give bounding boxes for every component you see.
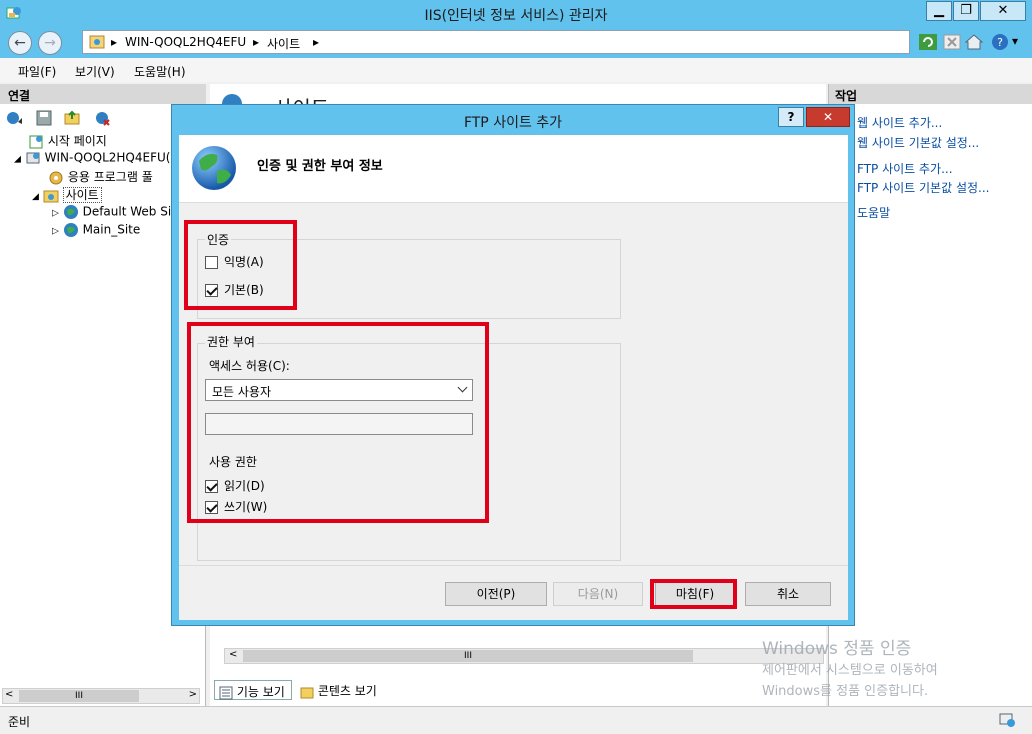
- tab-content-view[interactable]: 콘텐츠 보기: [296, 680, 396, 700]
- address-bar[interactable]: ▸ WIN-QOQL2HQ4EFU ▸ 사이트 ▸: [82, 30, 910, 54]
- previous-button[interactable]: 이전(P): [445, 582, 547, 606]
- highlight-authentication: [184, 220, 297, 310]
- home-icon[interactable]: [964, 32, 984, 52]
- menu-file[interactable]: 파일(F): [18, 63, 56, 80]
- connections-header: 연결: [0, 84, 206, 104]
- tree-item-app-pools[interactable]: 응용 프로그램 풀: [48, 168, 153, 186]
- tree-item-label: Default Web Sit: [82, 204, 176, 219]
- refresh-icon[interactable]: [918, 32, 938, 52]
- expand-arrow-icon: ◢: [32, 192, 39, 202]
- activation-watermark-line: 제어판에서 시스템으로 이동하여: [762, 663, 938, 678]
- cancel-button[interactable]: 취소: [745, 582, 831, 606]
- globe-icon: [63, 205, 78, 219]
- folder-up-icon[interactable]: [64, 110, 80, 126]
- svg-text:?: ?: [997, 36, 1003, 49]
- breadcrumb-server[interactable]: WIN-QOQL2HQ4EFU: [125, 35, 246, 49]
- collapsed-arrow-icon: ▷: [52, 226, 59, 237]
- highlight-authorization: [187, 322, 489, 523]
- minimize-button[interactable]: ▁: [926, 1, 952, 21]
- dialog-help-button[interactable]: ?: [778, 107, 804, 127]
- maximize-button[interactable]: ❐: [953, 1, 979, 21]
- disconnect-icon[interactable]: [94, 110, 110, 126]
- activation-watermark-line: Windows를 정품 인증합니다.: [762, 684, 929, 699]
- tree-item-label: 사이트: [62, 187, 102, 203]
- server-icon: [89, 35, 105, 49]
- title-bar[interactable]: IIS(인터넷 정보 서비스) 관리자 ▁ ❐ ✕: [0, 0, 1032, 28]
- center-horizontal-scrollbar[interactable]: < III: [224, 648, 824, 664]
- scrollbar-thumb[interactable]: III: [19, 690, 139, 702]
- chevron-right-icon: ▸: [253, 35, 260, 49]
- network-status-icon: [999, 713, 1015, 727]
- help-icon[interactable]: ?: [990, 32, 1010, 52]
- dialog-close-button[interactable]: ✕: [806, 107, 850, 127]
- back-button[interactable]: ←: [8, 31, 32, 55]
- address-row: ← → ▸ WIN-QOQL2HQ4EFU ▸ 사이트 ▸ ? ▾: [0, 28, 1032, 58]
- action-add-website[interactable]: 웹 사이트 추가...: [857, 114, 942, 131]
- scroll-left-icon[interactable]: <: [5, 689, 13, 700]
- dialog-body: 인증 및 권한 부여 정보 인증 익명(A) 기본(B) 권한 부여 액세스 허…: [179, 135, 848, 620]
- action-help[interactable]: 도움말: [857, 204, 890, 221]
- tree-item-default-web-site[interactable]: ▷ Default Web Sit: [52, 204, 176, 220]
- menu-help[interactable]: 도움말(H): [134, 63, 186, 80]
- tab-features-view[interactable]: 기능 보기: [214, 680, 292, 700]
- add-ftp-site-dialog: FTP 사이트 추가 ? ✕ 인증 및 권한 부여 정보 인증 익명(A) 기본…: [171, 104, 855, 626]
- globe-icon: [192, 146, 236, 190]
- tab-label: 기능 보기: [236, 685, 285, 699]
- actions-header: 작업: [829, 84, 1032, 104]
- save-icon[interactable]: [36, 110, 52, 126]
- tab-label: 콘텐츠 보기: [317, 684, 377, 698]
- stop-icon[interactable]: [942, 32, 962, 52]
- dialog-divider: [179, 565, 848, 566]
- features-view-icon: [219, 686, 233, 699]
- server-icon: [26, 152, 40, 164]
- connect-icon[interactable]: [6, 110, 24, 126]
- next-button[interactable]: 다음(N): [553, 582, 643, 606]
- tree-item-sites[interactable]: ◢ 사이트: [32, 186, 102, 204]
- action-ftp-defaults[interactable]: FTP 사이트 기본값 설정...: [857, 179, 989, 196]
- tree-item-label: WIN-QOQL2HQ4EFU(W: [44, 150, 183, 165]
- sites-folder-icon: [43, 190, 59, 202]
- tree-item-main-site[interactable]: ▷ Main_Site: [52, 222, 140, 238]
- tree-item-label: 응용 프로그램 풀: [67, 170, 153, 184]
- close-button[interactable]: ✕: [980, 1, 1026, 21]
- tree-item-start-page[interactable]: 시작 페이지: [28, 132, 107, 150]
- dialog-title: FTP 사이트 추가: [463, 115, 563, 131]
- action-website-defaults[interactable]: 웹 사이트 기본값 설정...: [857, 134, 979, 151]
- expand-arrow-icon: ◢: [14, 154, 21, 165]
- action-add-ftp-site[interactable]: FTP 사이트 추가...: [857, 160, 953, 177]
- dialog-heading: 인증 및 권한 부여 정보: [257, 159, 383, 174]
- status-text: 준비: [8, 715, 31, 729]
- window-title: IIS(인터넷 정보 서비스) 관리자: [424, 8, 608, 24]
- forward-button[interactable]: →: [38, 31, 62, 55]
- menu-view[interactable]: 보기(V): [75, 63, 115, 80]
- dialog-header: 인증 및 권한 부여 정보: [179, 135, 848, 203]
- tree-item-label: 시작 페이지: [47, 134, 107, 148]
- tree-item-server[interactable]: ◢ WIN-QOQL2HQ4EFU(W: [14, 150, 182, 166]
- app-pool-icon: [49, 171, 63, 184]
- help-dropdown-icon[interactable]: ▾: [1012, 34, 1018, 48]
- scroll-left-icon[interactable]: <: [229, 649, 237, 660]
- scroll-right-icon[interactable]: >: [189, 689, 197, 700]
- start-page-icon: [29, 135, 43, 148]
- tree-item-label: Main_Site: [82, 222, 141, 237]
- chevron-right-icon: ▸: [111, 35, 118, 49]
- content-view-icon: [300, 687, 314, 698]
- menu-bar: 파일(F) 보기(V) 도움말(H): [0, 58, 1032, 82]
- chevron-right-icon: ▸: [313, 35, 320, 49]
- activation-watermark-title: Windows 정품 인증: [762, 639, 912, 659]
- connections-horizontal-scrollbar[interactable]: < III >: [2, 688, 200, 704]
- status-bar: 준비: [0, 706, 1032, 734]
- breadcrumb-sites[interactable]: 사이트: [267, 35, 300, 52]
- highlight-finish: [650, 579, 737, 609]
- globe-icon: [63, 223, 78, 237]
- actions-panel: 작업 웹 사이트 추가... 웹 사이트 기본값 설정... FTP 사이트 추…: [828, 84, 1032, 706]
- collapsed-arrow-icon: ▷: [52, 208, 59, 219]
- scrollbar-thumb[interactable]: III: [243, 650, 693, 662]
